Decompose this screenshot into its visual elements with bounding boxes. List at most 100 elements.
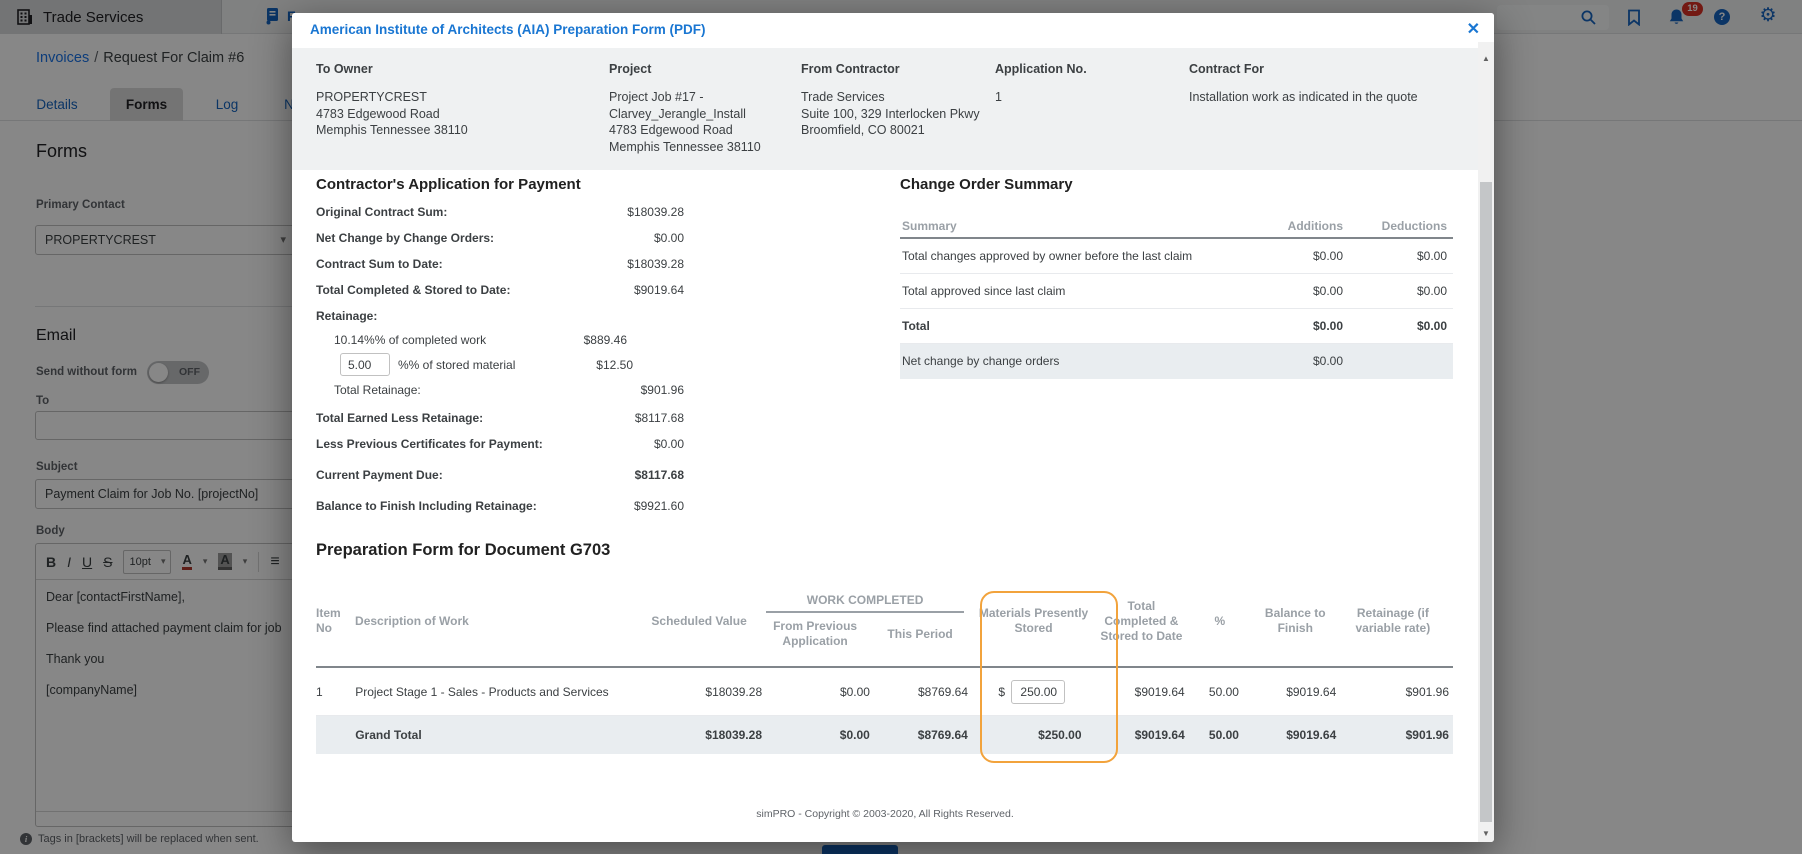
payment-row: Less Previous Certificates for Payment: $… — [316, 431, 684, 457]
close-icon[interactable]: ✕ — [1467, 19, 1480, 39]
row-label: Contract Sum to Date: — [316, 257, 443, 271]
info-line: 4783 Edgewood Road — [609, 123, 733, 137]
payment-row: Net Change by Change Orders: $0.00 — [316, 225, 684, 251]
group-underline — [766, 611, 965, 613]
row-label: Total Retainage: — [334, 383, 421, 397]
cell: Total changes approved by owner before t… — [902, 249, 1193, 263]
section-title: Change Order Summary — [900, 176, 1073, 193]
table-row: Total approved since last claim $0.00 $0… — [900, 274, 1453, 309]
info-line: Memphis Tennessee 38110 — [609, 139, 761, 154]
column-group-header: WORK COMPLETED — [806, 593, 924, 607]
row-label: Current Payment Due: — [316, 468, 443, 482]
net-change-row: Net change by change orders $0.00 — [900, 344, 1453, 379]
row-label: Total Completed & Stored to Date: — [316, 283, 511, 297]
column-header: Description of Work — [355, 613, 469, 628]
info-line: 1 — [995, 90, 1002, 104]
row-label: Less Previous Certificates for Payment: — [316, 437, 543, 451]
info-line: Clarvey_Jerangle_Install — [609, 106, 746, 121]
info-line: Project Job #17 - — [609, 90, 704, 104]
cell: $0.00 — [1312, 354, 1343, 368]
cell: 50.00 — [1208, 728, 1239, 742]
grand-total-row: Grand Total $18039.28 $0.00 $8769.64 $25… — [316, 716, 1453, 754]
column-header: Additions — [1287, 219, 1343, 233]
column-header: Summary — [902, 219, 957, 233]
row-value: $901.96 — [640, 383, 684, 397]
table-header-row: Item No Description of Work Scheduled Va… — [316, 576, 1453, 668]
table-row: 1 Project Stage 1 - Sales - Products and… — [316, 668, 1453, 716]
cell: Net change by change orders — [902, 354, 1060, 368]
scrollbar-thumb[interactable] — [1480, 182, 1492, 822]
cell: $0.00 — [839, 684, 870, 699]
work-completed-group: WORK COMPLETED From Previous Application… — [760, 576, 970, 666]
info-label: Project — [609, 62, 652, 76]
cell: $0.00 — [1416, 284, 1447, 298]
cell: $0.00 — [1416, 249, 1447, 263]
row-label: Retainage: — [316, 309, 378, 323]
materials-stored-input[interactable] — [1011, 679, 1066, 704]
cell: 1 — [316, 684, 323, 699]
info-project: Project Project Job #17 - Clarvey_Jerang… — [609, 62, 789, 155]
column-header: This Period — [887, 626, 953, 641]
row-value: $0.00 — [653, 231, 684, 245]
info-label: To Owner — [316, 62, 373, 76]
row-value: $889.46 — [583, 333, 627, 347]
modal-footer-copyright: simPRO - Copyright © 2003-2020, All Righ… — [756, 808, 1014, 820]
scroll-down-arrow[interactable]: ▼ — [1478, 829, 1494, 838]
column-header: From Previous Application — [773, 619, 858, 648]
cell: $0.00 — [839, 728, 870, 742]
table-header-row: Summary Additions Deductions — [900, 213, 1453, 239]
info-label: From Contractor — [801, 62, 900, 76]
cell: $0.00 — [1312, 284, 1343, 298]
row-value: $18039.28 — [627, 205, 684, 219]
cell: $18039.28 — [705, 728, 762, 742]
info-contract-for: Contract For Installation work as indica… — [1189, 62, 1469, 106]
g703-preparation-form: Preparation Form for Document G703 Item … — [316, 541, 1453, 763]
cell: $9019.64 — [1286, 684, 1337, 699]
info-line: Suite 100, 329 Interlocken Pkwy — [801, 106, 980, 121]
row-label: Net Change by Change Orders: — [316, 231, 495, 245]
row-label: %% of stored material — [398, 358, 516, 372]
cell: $0.00 — [1416, 319, 1447, 333]
cell: $901.96 — [1405, 684, 1450, 699]
scroll-up-arrow[interactable]: ▲ — [1478, 54, 1494, 63]
cell: Project Stage 1 - Sales - Products and S… — [355, 684, 609, 699]
cell: $0.00 — [1312, 249, 1343, 263]
cell: $9019.64 — [1286, 728, 1337, 742]
info-label: Contract For — [1189, 62, 1264, 76]
column-header: Balance to Finish — [1264, 606, 1326, 635]
cell: 50.00 — [1208, 684, 1239, 699]
stored-material-percent-input[interactable] — [340, 353, 390, 376]
modal-title: American Institute of Architects (AIA) P… — [310, 22, 706, 37]
column-header: Scheduled Value — [651, 613, 747, 628]
cell: Grand Total — [355, 728, 422, 742]
section-title: Preparation Form for Document G703 — [316, 541, 611, 559]
column-header: Deductions — [1381, 219, 1447, 233]
cell: $9019.64 — [1134, 684, 1185, 699]
row-value: $8117.68 — [634, 411, 684, 425]
retainage-header-row: Retainage: — [316, 303, 684, 329]
modal-scrollbar[interactable]: ▲ ▼ — [1478, 42, 1494, 842]
cell: $9019.64 — [1134, 728, 1185, 742]
cell: Total — [902, 319, 930, 333]
cell: $8769.64 — [917, 684, 969, 699]
balance-to-finish-row: Balance to Finish Including Retainage: $9… — [316, 493, 684, 519]
cell — [1343, 344, 1453, 379]
column-header: % — [1214, 613, 1226, 628]
change-order-summary: Change Order Summary Summary Additions D… — [900, 176, 1453, 379]
payment-row: Total Completed & Stored to Date: $9019.6… — [316, 277, 684, 303]
row-value: $12.50 — [596, 358, 633, 372]
application-for-payment: Contractor's Application for Payment Ori… — [316, 176, 684, 519]
retainage-completed-row: 10.14%% of completed work $889.46 — [316, 329, 684, 351]
cell: Total approved since last claim — [902, 284, 1066, 298]
row-value: $0.00 — [653, 437, 684, 451]
column-header: Item No — [316, 606, 341, 635]
payment-row: Total Earned Less Retainage: $8117.68 — [316, 405, 684, 431]
info-to-owner: To Owner PROPERTYCREST 4783 Edgewood Roa… — [316, 62, 546, 139]
table-total-row: Total $0.00 $0.00 — [900, 309, 1453, 344]
current-payment-due-row: Current Payment Due: $8117.68 — [316, 462, 684, 488]
payment-row: Contract Sum to Date: $18039.28 — [316, 251, 684, 277]
aia-preparation-modal: American Institute of Architects (AIA) P… — [292, 13, 1494, 842]
column-header: Retainage (if variable rate) — [1355, 606, 1431, 635]
row-value: $9019.64 — [633, 283, 684, 297]
info-line: Memphis Tennessee 38110 — [316, 123, 468, 137]
